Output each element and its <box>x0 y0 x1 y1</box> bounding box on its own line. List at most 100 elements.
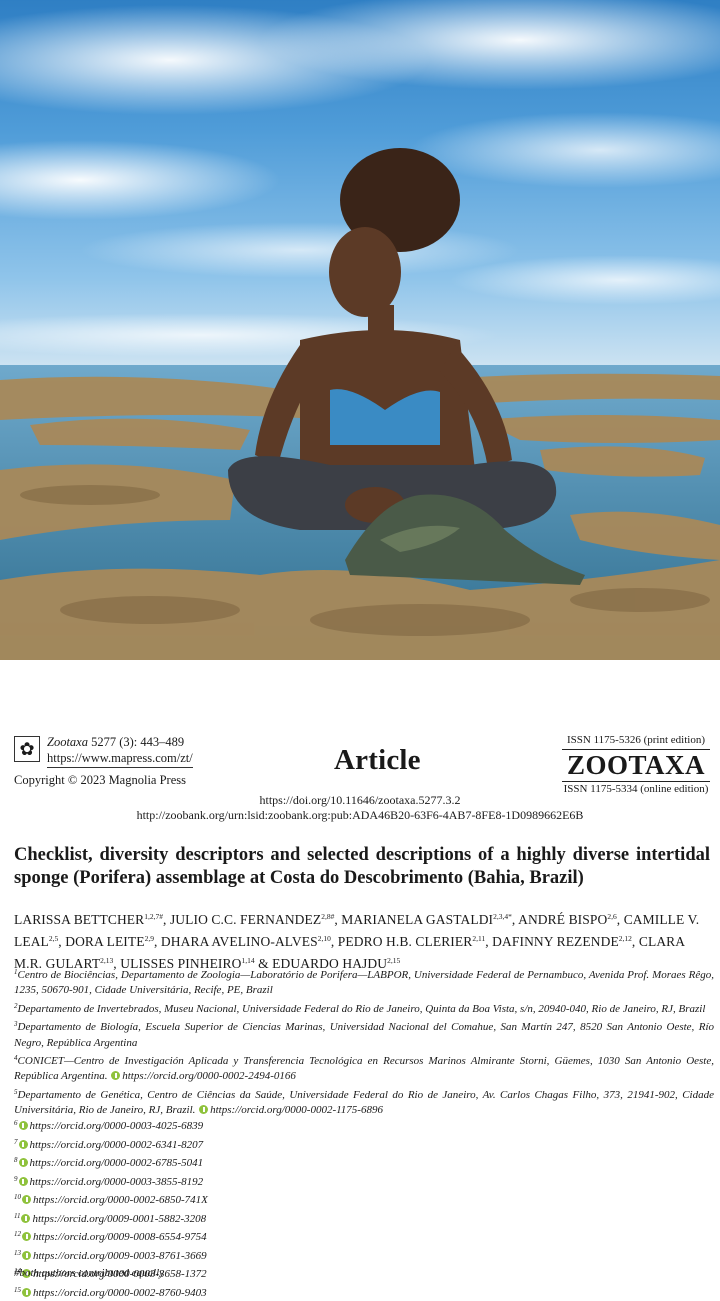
orcid-number: 15 <box>14 1286 21 1294</box>
author-name: LARISSA BETTCHER <box>14 912 144 927</box>
author: DHARA AVELINO-ALVES2,10, <box>161 934 338 949</box>
orcid-icon <box>19 1121 28 1130</box>
affiliation-text: Centro de Biociências, Departamento de Z… <box>14 969 714 996</box>
orcid-link[interactable]: https://orcid.org/0000-0002-6341-8207 <box>30 1139 204 1151</box>
author: ANDRÉ BISPO2,6, <box>518 912 624 927</box>
author-affiliation-marks: 2,10 <box>318 934 331 943</box>
orcid-link[interactable]: https://orcid.org/0000-0003-3855-8192 <box>30 1176 204 1188</box>
orcid-row: 12 https://orcid.org/0009-0008-6554-9754 <box>14 1227 714 1246</box>
author-affiliation-marks: 1,2,7# <box>144 912 163 921</box>
orcid-icon <box>22 1195 31 1204</box>
orcid-icon <box>22 1288 31 1297</box>
affiliation-item: 2Departamento de Invertebrados, Museu Na… <box>14 999 714 1017</box>
author-affiliation-marks: 2,13 <box>100 956 113 965</box>
author-affiliation-marks: 2,11 <box>472 934 485 943</box>
orcid-number: 6 <box>14 1119 18 1127</box>
orcid-link[interactable]: https://orcid.org/0009-0001-5882-3208 <box>32 1213 206 1225</box>
orcid-row: 15 https://orcid.org/0000-0002-8760-9403 <box>14 1283 714 1301</box>
affiliation-item: 3Departamento de Biología, Escuela Super… <box>14 1017 714 1051</box>
author-affiliation-marks: 2,9 <box>145 934 154 943</box>
orcid-row: 11 https://orcid.org/0009-0001-5882-3208 <box>14 1209 714 1228</box>
affiliation-list: 1Centro de Biociências, Departamento de … <box>14 965 714 1119</box>
affiliation-item: 1Centro de Biociências, Departamento de … <box>14 965 714 999</box>
orcid-link[interactable]: https://orcid.org/0000-0002-6850-741X <box>33 1194 208 1206</box>
orcid-row: 13 https://orcid.org/0009-0003-8761-3669 <box>14 1246 714 1265</box>
orcid-number: 10 <box>14 1193 21 1201</box>
author-affiliation-marks: 2,8# <box>321 912 334 921</box>
cover-photo <box>0 0 720 660</box>
author-name: ANDRÉ BISPO <box>518 912 607 927</box>
orcid-link[interactable]: https://orcid.org/0009-0008-6554-9754 <box>33 1231 207 1243</box>
author-affiliation-marks: 2,15 <box>387 956 400 965</box>
affiliation-item: 5Departamento de Genética, Centro de Ciê… <box>14 1085 714 1119</box>
orcid-link[interactable]: https://orcid.org/0000-0002-6785-5041 <box>30 1157 204 1169</box>
orcid-number: 11 <box>14 1212 20 1220</box>
author-affiliation-marks: 1,14 <box>241 956 254 965</box>
journal-citation-block: ✿ Zootaxa 5277 (3): 443–489 https://www.… <box>14 734 193 788</box>
orcid-link[interactable]: https://orcid.org/0009-0003-8761-3669 <box>33 1250 207 1262</box>
author: PEDRO H.B. CLERIER2,11, <box>338 934 492 949</box>
author: LARISSA BETTCHER1,2,7#, <box>14 912 170 927</box>
orcid-link[interactable]: https://orcid.org/0000-0002-1175-6896 <box>210 1104 383 1116</box>
author-affiliation-marks: 2,6 <box>607 912 616 921</box>
orcid-link[interactable]: https://orcid.org/0000-0002-8760-9403 <box>33 1287 207 1299</box>
author-name: DORA LEITE <box>65 934 144 949</box>
orcid-icon <box>199 1105 208 1114</box>
issn-print: ISSN 1175-5326 (print edition) <box>562 734 710 747</box>
author-affiliation-marks: 2,12 <box>619 934 632 943</box>
article-type-label: Article <box>334 744 421 777</box>
affiliation-item: 4CONICET—Centro de Investigación Aplicad… <box>14 1051 714 1085</box>
zootaxa-logo-icon: ✿ <box>14 736 40 762</box>
orcid-icon <box>22 1232 31 1241</box>
orcid-icon <box>22 1251 31 1260</box>
author: MARIANELA GASTALDI2,3,4*, <box>341 912 518 927</box>
author: JULIO C.C. FERNANDEZ2,8#, <box>170 912 341 927</box>
orcid-icon <box>19 1140 28 1149</box>
equal-contribution-footnote: #both authors contributed equally <box>14 1267 164 1279</box>
orcid-number: 8 <box>14 1156 18 1164</box>
zoobank-link[interactable]: http://zoobank.org/urn:lsid:zoobank.org:… <box>0 808 720 823</box>
orcid-row: 9 https://orcid.org/0000-0003-3855-8192 <box>14 1172 714 1191</box>
affiliation-text: Departamento de Biología, Escuela Superi… <box>14 1021 714 1048</box>
orcid-icon <box>21 1214 30 1223</box>
author-name: DAFINNY REZENDE <box>492 934 619 949</box>
author-name: JULIO C.C. FERNANDEZ <box>170 912 321 927</box>
photo-woman-on-reef <box>0 0 720 660</box>
orcid-icon <box>19 1177 28 1186</box>
author-name: PEDRO H.B. CLERIER <box>338 934 473 949</box>
orcid-number: 13 <box>14 1249 21 1257</box>
author-separator: , <box>331 934 338 949</box>
author-name: DHARA AVELINO-ALVES <box>161 934 318 949</box>
author: DORA LEITE2,9, <box>65 934 161 949</box>
issn-divider-bottom <box>562 781 710 782</box>
orcid-link[interactable]: https://orcid.org/0000-0003-4025-6839 <box>30 1120 204 1132</box>
author-list: LARISSA BETTCHER1,2,7#, JULIO C.C. FERNA… <box>14 907 714 973</box>
orcid-number: 7 <box>14 1138 18 1146</box>
orcid-icon <box>19 1158 28 1167</box>
orcid-number: 9 <box>14 1175 18 1183</box>
author-separator: , <box>617 912 624 927</box>
journal-url-link[interactable]: https://www.mapress.com/zt/ <box>47 750 193 768</box>
affiliation-text: Departamento de Invertebrados, Museu Nac… <box>18 1003 706 1015</box>
journal-name: Zootaxa <box>47 735 88 749</box>
paper-title: Checklist, diversity descriptors and sel… <box>14 844 710 890</box>
author-separator: , <box>154 934 161 949</box>
orcid-link[interactable]: https://orcid.org/0000-0002-2494-0166 <box>122 1070 296 1082</box>
author-name: MARIANELA GASTALDI <box>341 912 493 927</box>
orcid-row: 6 https://orcid.org/0000-0003-4025-6839 <box>14 1116 714 1135</box>
issn-block: ISSN 1175-5326 (print edition) ZOOTAXA I… <box>562 734 710 796</box>
doi-link[interactable]: https://doi.org/10.11646/zootaxa.5277.3.… <box>0 793 720 808</box>
zootaxa-wordmark: ZOOTAXA <box>562 751 710 779</box>
orcid-row: 8 https://orcid.org/0000-0002-6785-5041 <box>14 1153 714 1172</box>
orcid-row: 10 https://orcid.org/0000-0002-6850-741X <box>14 1190 714 1209</box>
copyright-text: Copyright © 2023 Magnolia Press <box>14 772 193 788</box>
author-separator: , <box>163 912 170 927</box>
journal-issue-pages: 5277 (3): 443–489 <box>88 735 184 749</box>
author-separator: , <box>632 934 639 949</box>
orcid-row: 7 https://orcid.org/0000-0002-6341-8207 <box>14 1135 714 1154</box>
author-affiliation-marks: 2,5 <box>49 934 58 943</box>
author-affiliation-marks: 2,3,4* <box>493 912 512 921</box>
author: DAFINNY REZENDE2,12, <box>492 934 639 949</box>
orcid-icon <box>111 1071 120 1080</box>
orcid-number: 12 <box>14 1230 21 1238</box>
